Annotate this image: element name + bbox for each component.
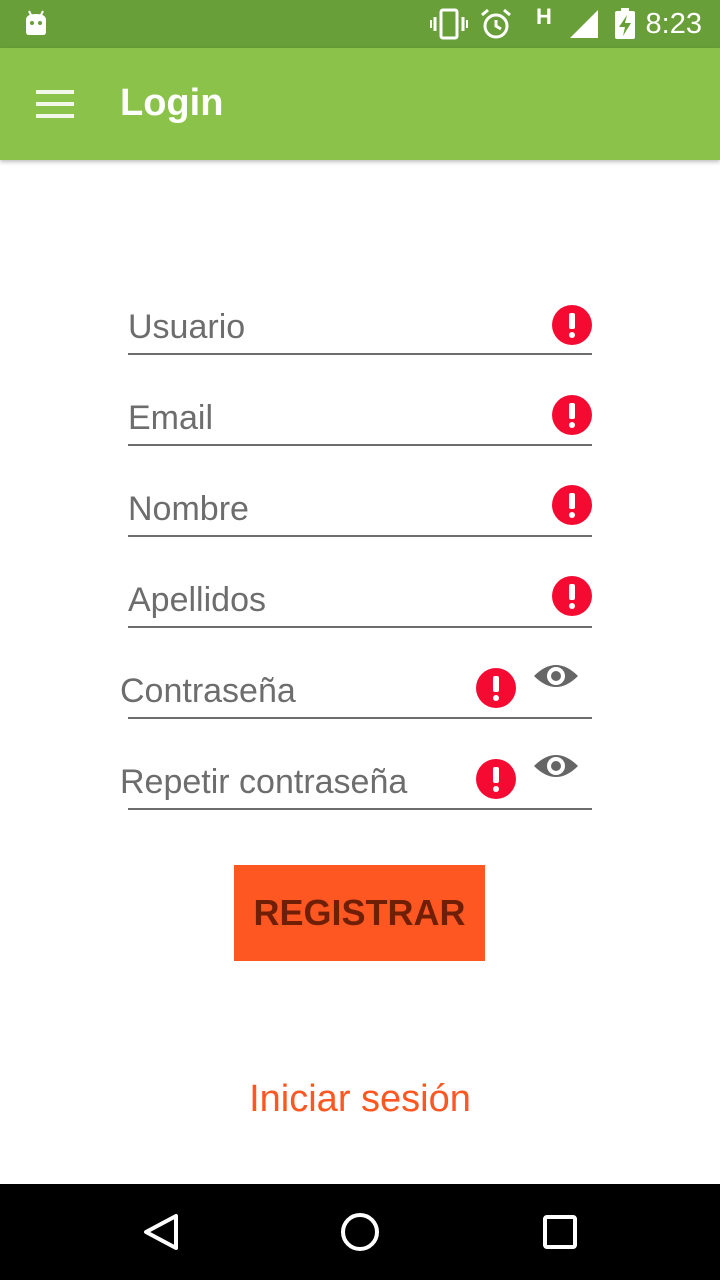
page-title: Login <box>120 82 224 124</box>
error-icon <box>476 668 516 708</box>
login-link[interactable]: Iniciar sesión <box>0 1078 720 1121</box>
hamburger-menu-icon[interactable] <box>36 90 76 120</box>
battery-charging-icon <box>615 8 635 39</box>
password-input[interactable] <box>120 672 460 711</box>
android-icon <box>26 10 46 35</box>
signal-icon <box>570 10 598 38</box>
name-field[interactable] <box>128 475 592 537</box>
app-bar: Login <box>0 48 720 160</box>
name-input[interactable] <box>128 490 538 529</box>
home-icon[interactable] <box>336 1208 384 1256</box>
password-field[interactable] <box>120 657 592 719</box>
repeat-password-input[interactable] <box>120 763 460 802</box>
username-field[interactable] <box>128 293 592 355</box>
error-icon <box>552 395 592 435</box>
network-type-label: H <box>536 4 552 29</box>
error-icon <box>552 576 592 616</box>
surname-input[interactable] <box>128 581 538 620</box>
error-icon <box>552 305 592 345</box>
clock-time: 8:23 <box>645 8 702 40</box>
alarm-icon <box>481 8 511 39</box>
navigation-bar <box>0 1184 720 1280</box>
recents-icon[interactable] <box>536 1208 584 1256</box>
repeat-password-field[interactable] <box>120 748 592 810</box>
email-field[interactable] <box>128 384 592 446</box>
error-icon <box>476 759 516 799</box>
register-button[interactable]: REGISTRAR <box>234 865 485 961</box>
eye-icon[interactable] <box>533 750 579 782</box>
email-input[interactable] <box>128 399 538 438</box>
status-bar: H 8:23 <box>0 0 720 48</box>
vibrate-icon <box>430 8 468 40</box>
back-icon[interactable] <box>136 1208 184 1256</box>
surname-field[interactable] <box>128 566 592 628</box>
username-input[interactable] <box>128 308 538 347</box>
eye-icon[interactable] <box>533 660 579 692</box>
error-icon <box>552 485 592 525</box>
